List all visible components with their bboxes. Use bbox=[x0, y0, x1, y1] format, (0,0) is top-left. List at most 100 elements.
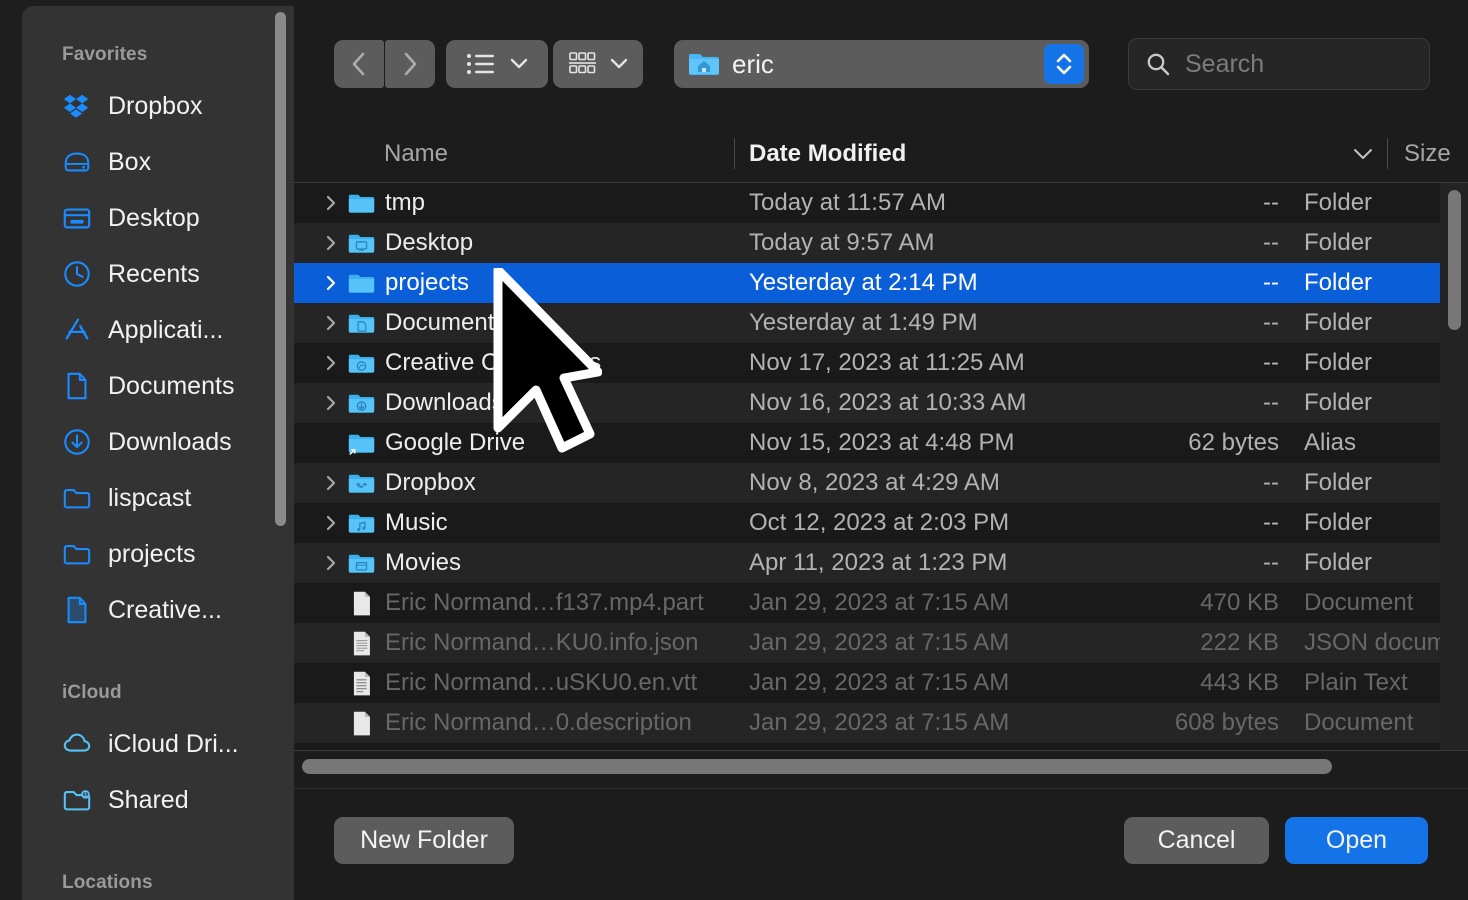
file-name-cell[interactable]: Creative Cloud Files bbox=[294, 343, 601, 383]
sidebar-section-title: iCloud bbox=[22, 682, 294, 704]
column-header-size[interactable]: Size bbox=[1404, 124, 1451, 183]
sidebar-item-documents[interactable]: Documents bbox=[22, 358, 294, 414]
icon-view-button[interactable] bbox=[553, 40, 643, 88]
file-row[interactable]: Google DriveNov 15, 2023 at 4:48 PM62 by… bbox=[294, 423, 1468, 463]
disclosure-triangle-icon[interactable] bbox=[324, 273, 338, 293]
file-kind: Folder bbox=[1304, 343, 1372, 383]
file-list[interactable]: tmpToday at 11:57 AM--FolderDesktopToday… bbox=[294, 183, 1468, 750]
disclosure-triangle-icon[interactable] bbox=[324, 473, 338, 493]
file-row[interactable]: Eric Normand…KU0.info.json Jan 29, 2023 a… bbox=[294, 623, 1468, 663]
disclosure-triangle-icon[interactable] bbox=[324, 313, 338, 333]
column-header-name[interactable]: Name bbox=[384, 124, 448, 183]
file-name-cell[interactable]: Documents bbox=[294, 303, 506, 343]
path-popup-button[interactable]: eric bbox=[674, 40, 1089, 88]
file-name-cell[interactable]: Google Drive bbox=[294, 423, 525, 463]
path-stepper[interactable] bbox=[1044, 44, 1084, 84]
file-kind: Alias bbox=[1304, 423, 1356, 463]
file-size: 222 KB bbox=[1094, 623, 1279, 663]
file-date-modified: Nov 8, 2023 at 4:29 AM bbox=[749, 463, 1000, 503]
file-row[interactable]: Eric Normand…uSKU0.en.vttJan 29, 2023 at… bbox=[294, 663, 1468, 703]
column-header-date-modified[interactable]: Date Modified bbox=[749, 124, 906, 183]
folder-alias-icon bbox=[348, 430, 375, 457]
file-row[interactable]: MoviesApr 11, 2023 at 1:23 PM--Folder bbox=[294, 543, 1468, 583]
folder-documents-icon bbox=[348, 310, 375, 337]
new-folder-button[interactable]: New Folder bbox=[334, 817, 514, 864]
open-button[interactable]: Open bbox=[1285, 817, 1428, 864]
file-name-cell[interactable]: Eric Normand…KU0.info.json bbox=[294, 623, 698, 663]
chevron-right-icon bbox=[401, 50, 419, 78]
file-row[interactable]: Eric Normand…0.descriptionJan 29, 2023 a… bbox=[294, 703, 1468, 743]
disclosure-triangle-icon[interactable] bbox=[324, 193, 338, 213]
column-divider[interactable] bbox=[734, 138, 735, 169]
disclosure-triangle-icon[interactable] bbox=[324, 553, 338, 573]
search-field[interactable]: Search bbox=[1128, 38, 1430, 90]
file-kind: Folder bbox=[1304, 183, 1372, 223]
file-row[interactable]: DocumentsYesterday at 1:49 PM--Folder bbox=[294, 303, 1468, 343]
file-doc-icon bbox=[348, 590, 375, 617]
file-row[interactable]: Eric Normand…f137.mp4.partJan 29, 2023 a… bbox=[294, 583, 1468, 623]
cancel-button[interactable]: Cancel bbox=[1124, 817, 1269, 864]
file-name-cell[interactable]: Dropbox bbox=[294, 463, 476, 503]
desktop-icon bbox=[62, 203, 92, 233]
file-size: -- bbox=[1094, 303, 1279, 343]
file-name-cell[interactable]: tmp bbox=[294, 183, 425, 223]
disclosure-triangle-icon[interactable] bbox=[324, 233, 338, 253]
file-date-modified: Nov 16, 2023 at 10:33 AM bbox=[749, 383, 1027, 423]
sidebar-item-projects[interactable]: projects bbox=[22, 526, 294, 582]
file-kind: Folder bbox=[1304, 223, 1372, 263]
sidebar-item-creative[interactable]: Creative... bbox=[22, 582, 294, 638]
file-name-cell[interactable]: Eric Normand…f137.mp4.part bbox=[294, 583, 704, 623]
file-kind: Folder bbox=[1304, 303, 1372, 343]
sidebar-item-label: Downloads bbox=[108, 428, 232, 457]
file-name-cell[interactable]: Movies bbox=[294, 543, 461, 583]
vertical-scrollbar-track[interactable] bbox=[1440, 183, 1468, 750]
file-row[interactable]: tmpToday at 11:57 AM--Folder bbox=[294, 183, 1468, 223]
sidebar-item-desktop[interactable]: Desktop bbox=[22, 190, 294, 246]
file-row[interactable]: Creative Cloud FilesNov 17, 2023 at 11:2… bbox=[294, 343, 1468, 383]
sidebar-item-shared[interactable]: Shared bbox=[22, 772, 294, 828]
sidebar-item-applicati[interactable]: Applicati... bbox=[22, 302, 294, 358]
sidebar-item-label: Documents bbox=[108, 372, 234, 401]
sidebar-item-label: Dropbox bbox=[108, 92, 203, 121]
disclosure-triangle-icon[interactable] bbox=[324, 393, 338, 413]
file-name-cell[interactable]: Desktop bbox=[294, 223, 473, 263]
sidebar-item-box[interactable]: Box bbox=[22, 134, 294, 190]
sidebar-item-icloud-dri[interactable]: iCloud Dri... bbox=[22, 716, 294, 772]
file-name-cell[interactable]: Music bbox=[294, 503, 448, 543]
chevron-left-icon bbox=[350, 50, 368, 78]
file-date-modified: Jan 29, 2023 at 7:15 AM bbox=[749, 623, 1009, 663]
file-name-cell[interactable]: Downloads bbox=[294, 383, 504, 423]
back-button[interactable] bbox=[334, 40, 384, 88]
horizontal-scrollbar-track[interactable] bbox=[294, 750, 1468, 788]
up-down-chevrons-icon bbox=[1054, 50, 1074, 78]
file-name-cell[interactable]: projects bbox=[294, 263, 469, 303]
file-size: -- bbox=[1094, 223, 1279, 263]
file-row[interactable]: DownloadsNov 16, 2023 at 10:33 AM--Folde… bbox=[294, 383, 1468, 423]
file-name-cell[interactable]: Eric Normand…uSKU0.en.vtt bbox=[294, 663, 697, 703]
file-row[interactable]: DesktopToday at 9:57 AM--Folder bbox=[294, 223, 1468, 263]
disclosure-triangle-icon[interactable] bbox=[324, 513, 338, 533]
file-kind: JSON docum bbox=[1304, 623, 1447, 663]
toolbar: eric Search bbox=[294, 0, 1468, 124]
sidebar-item-label: Desktop bbox=[108, 204, 200, 233]
forward-button[interactable] bbox=[385, 40, 435, 88]
horizontal-scrollbar-thumb[interactable] bbox=[302, 759, 1332, 774]
sidebar-item-downloads[interactable]: Downloads bbox=[22, 414, 294, 470]
sidebar-item-recents[interactable]: Recents bbox=[22, 246, 294, 302]
file-row[interactable]: DropboxNov 8, 2023 at 4:29 AM--Folder bbox=[294, 463, 1468, 503]
sidebar-item-label: Creative... bbox=[108, 596, 222, 625]
file-row[interactable]: MusicOct 12, 2023 at 2:03 PM--Folder bbox=[294, 503, 1468, 543]
file-size: 443 KB bbox=[1094, 663, 1279, 703]
file-name: Eric Normand…f137.mp4.part bbox=[385, 589, 704, 617]
vertical-scrollbar-thumb[interactable] bbox=[1448, 190, 1461, 330]
file-name-cell[interactable]: Eric Normand…0.description bbox=[294, 703, 692, 743]
sidebar-item-lispcast[interactable]: lispcast bbox=[22, 470, 294, 526]
column-divider[interactable] bbox=[1387, 138, 1388, 169]
sidebar-item-label: Applicati... bbox=[108, 316, 223, 345]
sidebar-scrollbar[interactable] bbox=[275, 12, 286, 526]
sidebar-item-dropbox[interactable]: Dropbox bbox=[22, 78, 294, 134]
file-row[interactable]: projectsYesterday at 2:14 PM--Folder bbox=[294, 263, 1468, 303]
file-name: Eric Normand…KU0.info.json bbox=[385, 629, 698, 657]
disclosure-triangle-icon[interactable] bbox=[324, 353, 338, 373]
list-view-button[interactable] bbox=[446, 40, 548, 88]
